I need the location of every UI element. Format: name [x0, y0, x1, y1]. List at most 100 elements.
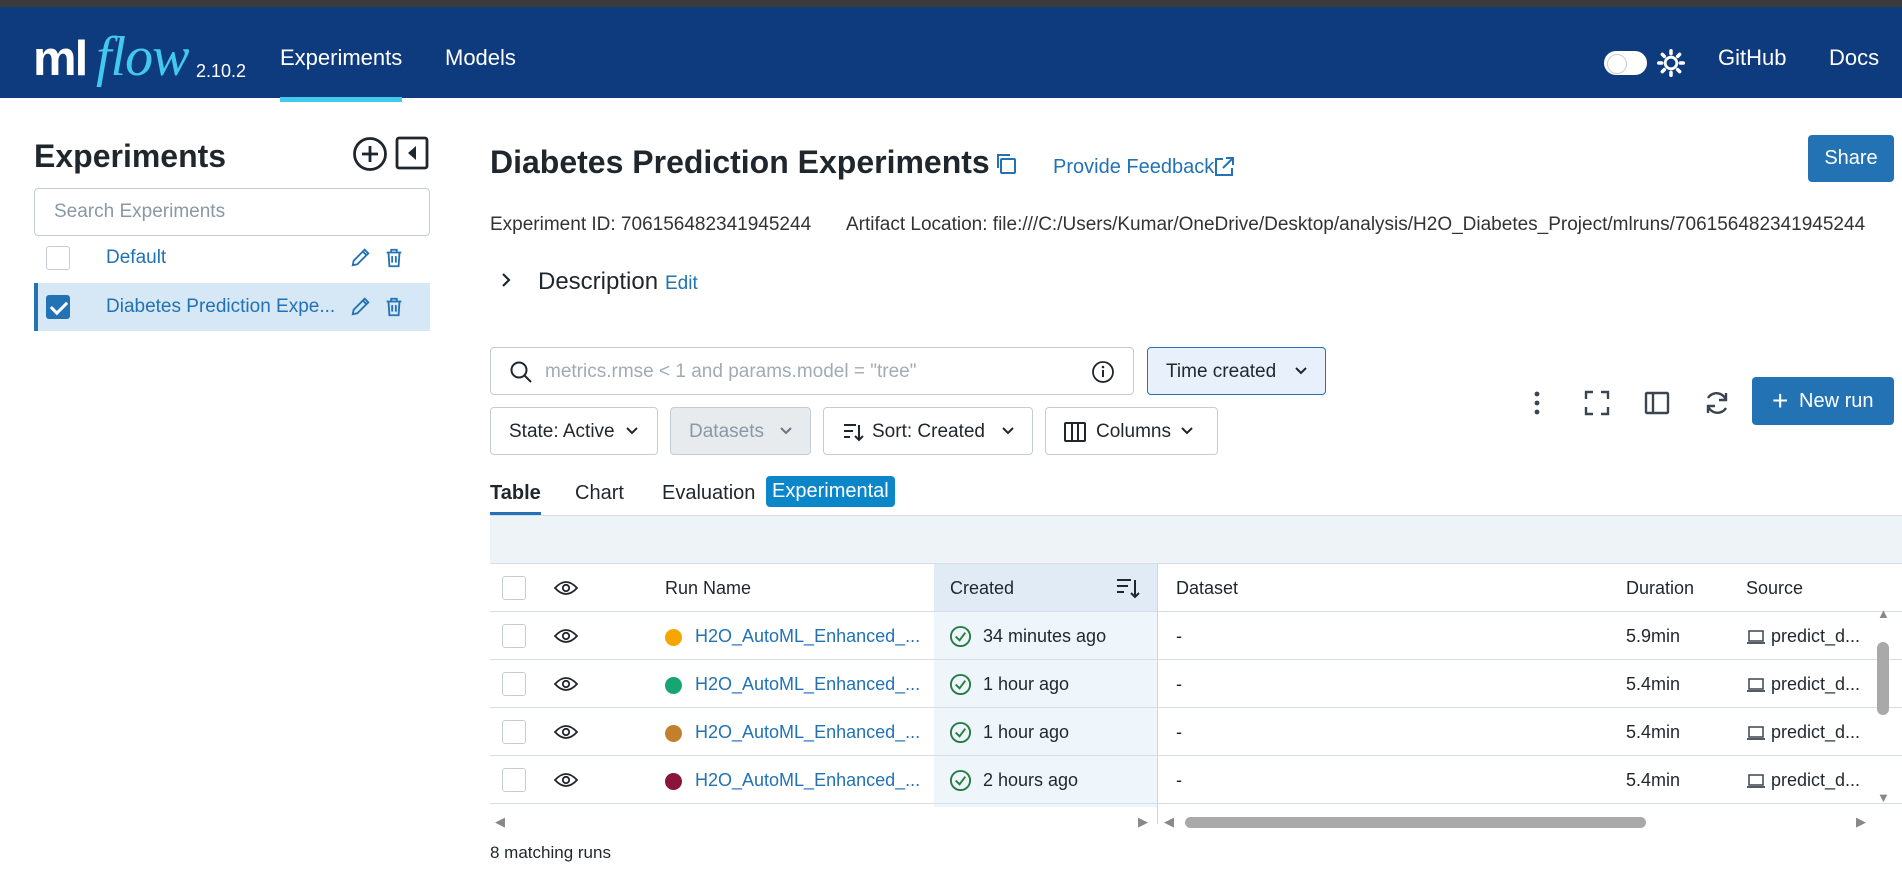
run-dataset: -: [1176, 722, 1182, 742]
chevron-down-icon: [1181, 427, 1193, 435]
state-filter-dropdown[interactable]: State: Active: [490, 407, 658, 455]
run-color-dot[interactable]: [665, 677, 682, 694]
runs-search-input[interactable]: [545, 358, 1065, 386]
scroll-right-arrow[interactable]: ▶: [1856, 814, 1866, 830]
copy-icon[interactable]: [994, 152, 1018, 176]
scroll-left-arrow[interactable]: ◀: [1164, 814, 1174, 830]
left-horizontal-scrollbar[interactable]: ◀ ▶: [490, 812, 1152, 832]
github-link[interactable]: GitHub: [1718, 45, 1786, 71]
run-created: 1 hour ago: [983, 722, 1070, 742]
sidebar-item-label[interactable]: Default: [106, 247, 166, 269]
nav-models[interactable]: Models: [445, 45, 516, 71]
provide-feedback-link[interactable]: Provide Feedback: [1053, 156, 1214, 179]
run-source[interactable]: predict_d...: [1771, 770, 1860, 791]
column-dataset[interactable]: Dataset: [1176, 578, 1238, 599]
scroll-right-arrow[interactable]: ▶: [1138, 814, 1148, 830]
run-source[interactable]: predict_d...: [1771, 674, 1860, 695]
time-created-label: Time created: [1166, 361, 1277, 382]
dark-mode-toggle[interactable]: [1604, 51, 1647, 75]
run-created: 2 hours ago: [983, 770, 1079, 790]
run-color-dot[interactable]: [665, 773, 682, 790]
row-checkbox[interactable]: [502, 624, 526, 648]
window-top-strip: [0, 0, 1902, 7]
sidebar-item-default[interactable]: Default: [34, 234, 430, 282]
row-checkbox[interactable]: [502, 720, 526, 744]
refresh-icon[interactable]: [1703, 389, 1731, 417]
tab-chart[interactable]: Chart: [575, 482, 624, 505]
sidebar-item-label[interactable]: Diabetes Prediction Expe...: [106, 296, 335, 318]
table-row[interactable]: H2O_AutoML_Enhanced_... 2 hours ago - 5.4mi…: [490, 756, 1902, 804]
vertical-scroll-thumb[interactable]: [1877, 642, 1889, 715]
horizontal-scroll-thumb[interactable]: [1185, 817, 1646, 828]
run-name-link[interactable]: H2O_AutoML_Enhanced_...: [695, 674, 920, 695]
tab-evaluation[interactable]: Evaluation: [662, 482, 755, 505]
docs-link[interactable]: Docs: [1829, 45, 1879, 71]
column-source[interactable]: Source: [1746, 578, 1803, 599]
tab-table[interactable]: Table: [490, 482, 541, 515]
pencil-icon[interactable]: [350, 295, 372, 317]
experiment-checkbox[interactable]: [46, 246, 70, 270]
chevron-right-icon[interactable]: [498, 272, 514, 288]
row-checkbox[interactable]: [502, 768, 526, 792]
time-created-dropdown[interactable]: Time created: [1147, 347, 1326, 395]
run-name-link[interactable]: H2O_AutoML_Enhanced_...: [695, 626, 920, 647]
fullscreen-icon[interactable]: [1583, 389, 1611, 417]
experiment-checkbox-checked[interactable]: [46, 295, 70, 319]
matching-runs-count: 8 matching runs: [490, 843, 611, 862]
table-row[interactable]: H2O_AutoML_Enhanced_... 1 hour ago - 5.4min…: [490, 708, 1902, 756]
run-source[interactable]: predict_d...: [1771, 626, 1860, 647]
select-all-checkbox[interactable]: [502, 576, 526, 600]
run-name-link[interactable]: H2O_AutoML_Enhanced_...: [695, 722, 920, 743]
more-options-icon[interactable]: [1523, 389, 1551, 417]
run-duration: 5.4min: [1626, 770, 1681, 790]
column-created[interactable]: Created: [950, 578, 1014, 599]
sidebar-item-diabetes-prediction[interactable]: Diabetes Prediction Expe...: [34, 283, 430, 331]
column-run-name[interactable]: Run Name: [665, 578, 751, 599]
nav-experiments[interactable]: Experiments: [280, 45, 403, 102]
artifact-location: Artifact Location: file:///C:/Users/Kuma…: [846, 214, 1866, 235]
eye-icon[interactable]: [554, 580, 578, 596]
external-link-icon[interactable]: [1212, 155, 1236, 179]
eye-icon[interactable]: [554, 772, 578, 788]
eye-icon[interactable]: [554, 628, 578, 644]
scroll-left-arrow[interactable]: ◀: [495, 814, 505, 830]
top-nav-bar: ml flow 2.10.2 Experiments Models GitHub…: [0, 7, 1902, 102]
datasets-dropdown[interactable]: Datasets: [670, 407, 811, 455]
columns-icon: [1064, 422, 1086, 442]
run-name-link[interactable]: H2O_AutoML_Enhanced_...: [695, 770, 920, 791]
run-dataset: -: [1176, 770, 1182, 790]
table-row[interactable]: H2O_AutoML_Enhanced_... 34 minutes ago - 5.…: [490, 612, 1902, 660]
pencil-icon[interactable]: [350, 246, 372, 268]
column-duration[interactable]: Duration: [1626, 578, 1694, 599]
laptop-icon: [1747, 630, 1765, 644]
version-label: 2.10.2: [196, 61, 247, 81]
run-color-dot[interactable]: [665, 629, 682, 646]
trash-icon[interactable]: [383, 296, 405, 318]
page-title: Diabetes Prediction Experiments: [490, 144, 990, 180]
collapse-sidebar-icon[interactable]: [395, 136, 429, 170]
runs-search-box[interactable]: [490, 347, 1134, 395]
run-color-dot[interactable]: [665, 725, 682, 742]
state-filter-label: State: Active: [509, 421, 615, 442]
description-edit-link[interactable]: Edit: [665, 273, 698, 295]
experimental-badge: Experimental: [766, 476, 895, 507]
run-dataset: -: [1176, 674, 1182, 694]
share-button[interactable]: Share: [1808, 135, 1894, 182]
search-experiments-input[interactable]: [34, 188, 430, 236]
eye-icon[interactable]: [554, 676, 578, 692]
info-icon[interactable]: [1091, 360, 1115, 384]
eye-icon[interactable]: [554, 724, 578, 740]
new-run-button[interactable]: + New run: [1752, 377, 1894, 425]
scroll-down-arrow[interactable]: ▼: [1877, 790, 1890, 805]
sort-dropdown[interactable]: Sort: Created: [823, 407, 1033, 455]
scroll-up-arrow[interactable]: ▲: [1877, 606, 1890, 621]
columns-dropdown[interactable]: Columns: [1045, 407, 1218, 455]
sort-descending-icon[interactable]: [1115, 576, 1141, 600]
description-toggle[interactable]: Description: [538, 268, 658, 296]
table-row[interactable]: H2O_AutoML_Enhanced_... 1 hour ago - 5.4min…: [490, 660, 1902, 708]
run-source[interactable]: predict_d...: [1771, 722, 1860, 743]
side-panel-icon[interactable]: [1643, 389, 1671, 417]
row-checkbox[interactable]: [502, 672, 526, 696]
add-experiment-icon[interactable]: [352, 136, 388, 172]
trash-icon[interactable]: [383, 247, 405, 269]
